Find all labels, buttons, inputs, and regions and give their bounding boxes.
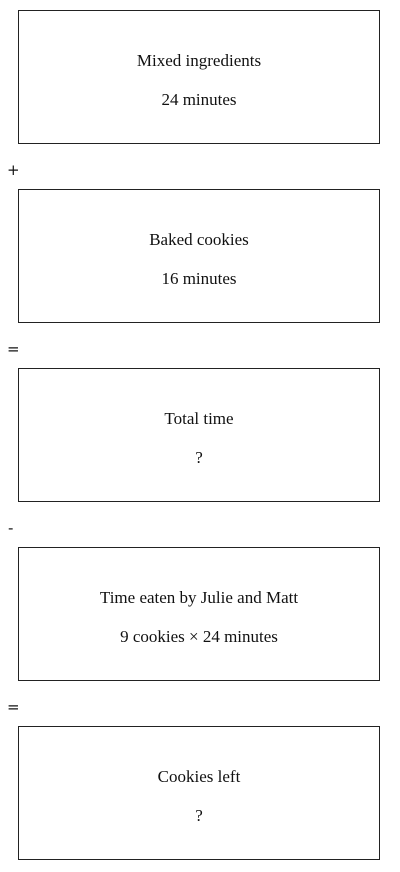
box-title: Time eaten by Julie and Matt [99,588,299,607]
box-mixed-ingredients: Mixed ingredients 24 minutes [18,10,380,144]
box-baked-cookies: Baked cookies 16 minutes [18,189,380,323]
box-time-eaten: Time eaten by Julie and Matt 9 cookies ×… [18,547,380,681]
box-value: 9 cookies × 24 minutes [120,627,278,646]
box-value: 24 minutes [161,90,237,109]
box-value: 16 minutes [161,269,237,288]
box-title: Cookies left [157,767,241,786]
box-title: Mixed ingredients [136,51,262,70]
box-value: ? [195,448,203,467]
box-title: Baked cookies [149,230,249,249]
box-total-time: Total time ? [18,368,380,502]
equals-operator: = [7,698,20,716]
box-title: Total time [164,409,234,428]
equals-operator: = [7,340,20,358]
box-value: ? [195,806,203,825]
plus-operator: + [7,161,20,179]
minus-operator: - [8,519,14,537]
box-cookies-left: Cookies left ? [18,726,380,860]
